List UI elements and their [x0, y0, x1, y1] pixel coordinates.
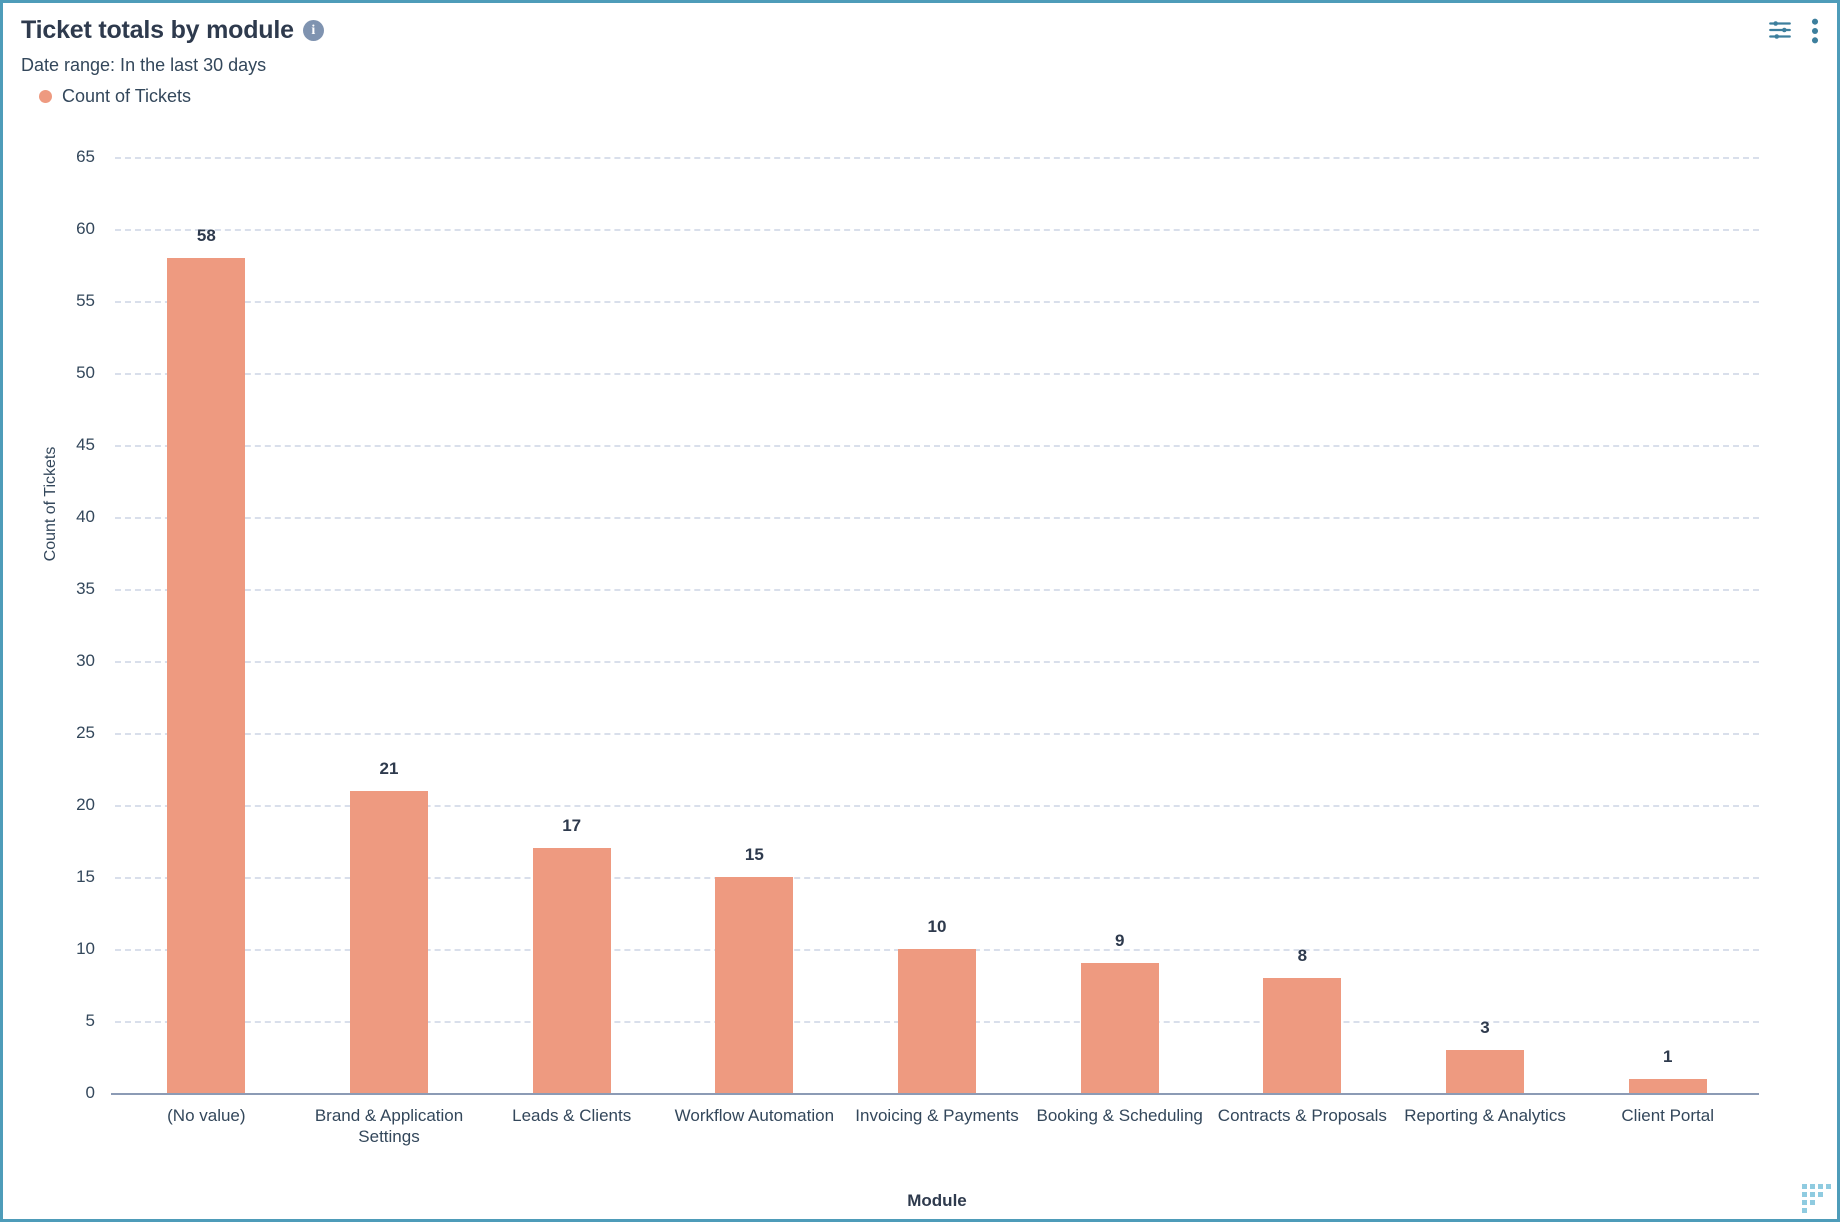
- bar[interactable]: [350, 790, 428, 1093]
- bar[interactable]: [1628, 1078, 1707, 1093]
- plot-area: Count of Tickets 0 5 10 15 20 25 30 35 40 45 50 55 6…: [3, 113, 1837, 1210]
- x-axis-tick-label: Contracts & Proposals: [1217, 1106, 1387, 1125]
- y-axis-tick-label: 55: [76, 291, 95, 310]
- y-axis-title: Count of Tickets: [42, 446, 59, 562]
- info-icon[interactable]: i: [302, 20, 324, 42]
- y-axis-tick-label: 35: [76, 579, 95, 598]
- bar[interactable]: [1263, 977, 1342, 1093]
- date-range-label: Date range: In the last 30 days: [21, 54, 267, 75]
- x-axis-tick-label: Leads & Clients: [512, 1106, 632, 1125]
- bar-group: 9 Booking & Scheduling: [1028, 113, 1211, 1125]
- bar[interactable]: [715, 877, 794, 1093]
- y-axis-tick-label: 30: [76, 651, 95, 670]
- legend-color-dot: [39, 89, 52, 103]
- header-actions: [1767, 17, 1819, 50]
- y-axis-tick-label: 20: [76, 795, 95, 814]
- x-axis-line: [111, 1093, 1759, 1095]
- resize-dot: [1802, 1200, 1807, 1205]
- resize-dot: [1810, 1200, 1815, 1205]
- bar-group: 15 Workflow Automation: [663, 113, 846, 1125]
- bar-group: 8 Contracts & Proposals: [1211, 113, 1394, 1125]
- x-axis-title: Module: [907, 1191, 967, 1210]
- y-axis-tick-label: 45: [76, 435, 95, 454]
- y-axis-tick-label: 5: [85, 1011, 95, 1030]
- y-axis-tick-label: 10: [76, 939, 95, 958]
- filter-settings-icon[interactable]: [1767, 17, 1793, 48]
- bar-series: 58 (No value) 21 Brand & Application Settin…: [115, 113, 1759, 1147]
- resize-dot: [1818, 1184, 1823, 1189]
- x-axis-tick-label: Invoicing & Payments: [855, 1106, 1019, 1125]
- bar-group: 58 (No value): [115, 113, 298, 1125]
- bar[interactable]: [167, 257, 246, 1093]
- x-axis-tick-label: Workflow Automation: [674, 1106, 835, 1125]
- resize-dot: [1802, 1208, 1807, 1213]
- bar-value-label: 1: [1662, 1046, 1673, 1066]
- chart-header: Ticket totals by module i Date range: In…: [3, 3, 1837, 107]
- resize-dot: [1826, 1184, 1831, 1189]
- page-title: Ticket totals by module: [21, 16, 294, 44]
- x-axis-tick-label: Reporting & Analytics: [1404, 1106, 1566, 1125]
- bar-value-label: 3: [1480, 1017, 1490, 1037]
- more-options-icon[interactable]: [1811, 17, 1819, 50]
- x-axis-tick-label: Brand & Application Settings: [314, 1106, 464, 1147]
- bar-value-label: 15: [744, 845, 764, 864]
- chart-legend: Count of Tickets: [39, 86, 1817, 107]
- bar[interactable]: [1446, 1049, 1525, 1093]
- y-axis-tick-label: 65: [76, 147, 95, 166]
- x-axis-tick-label: Booking & Scheduling: [1036, 1106, 1203, 1125]
- resize-dot: [1802, 1184, 1807, 1189]
- bar-value-label: 17: [562, 816, 582, 836]
- x-axis-tick-label: Client Portal: [1621, 1106, 1715, 1125]
- legend-item-label: Count of Tickets: [62, 85, 192, 106]
- bar-value-label: 9: [1114, 931, 1125, 951]
- y-axis-tick-label: 60: [76, 219, 95, 238]
- y-axis-tick-label: 15: [76, 867, 95, 886]
- bar[interactable]: [532, 848, 611, 1093]
- bar[interactable]: [898, 949, 977, 1093]
- bar-value-label: 58: [196, 225, 216, 245]
- bar-group: 3 Reporting & Analytics: [1394, 113, 1577, 1125]
- bar-group: 21 Brand & Application Settings: [298, 113, 481, 1147]
- resize-handle[interactable]: [1797, 1179, 1831, 1213]
- resize-dot: [1810, 1184, 1815, 1189]
- bar-group: 1 Client Portal: [1576, 113, 1759, 1125]
- y-axis-tick-label: 40: [76, 507, 95, 526]
- y-axis-tick-label: 50: [76, 363, 95, 382]
- y-axis-tick-label: 25: [76, 723, 95, 742]
- bar-value-label: 8: [1297, 945, 1308, 965]
- bar-value-label: 21: [379, 758, 399, 778]
- title-row: Ticket totals by module i: [21, 16, 1817, 45]
- resize-dot: [1818, 1192, 1823, 1197]
- bar-group: 10 Invoicing & Payments: [846, 113, 1029, 1125]
- y-axis-tick-label: 0: [85, 1083, 95, 1102]
- x-axis-tick-label: (No value): [167, 1106, 246, 1125]
- chart-card: Ticket totals by module i Date range: In…: [0, 0, 1840, 1222]
- bar[interactable]: [1080, 963, 1159, 1093]
- bar-value-label: 10: [927, 917, 947, 936]
- resize-dot: [1802, 1192, 1807, 1197]
- resize-dot: [1810, 1192, 1815, 1197]
- bar-group: 17 Leads & Clients: [480, 113, 663, 1125]
